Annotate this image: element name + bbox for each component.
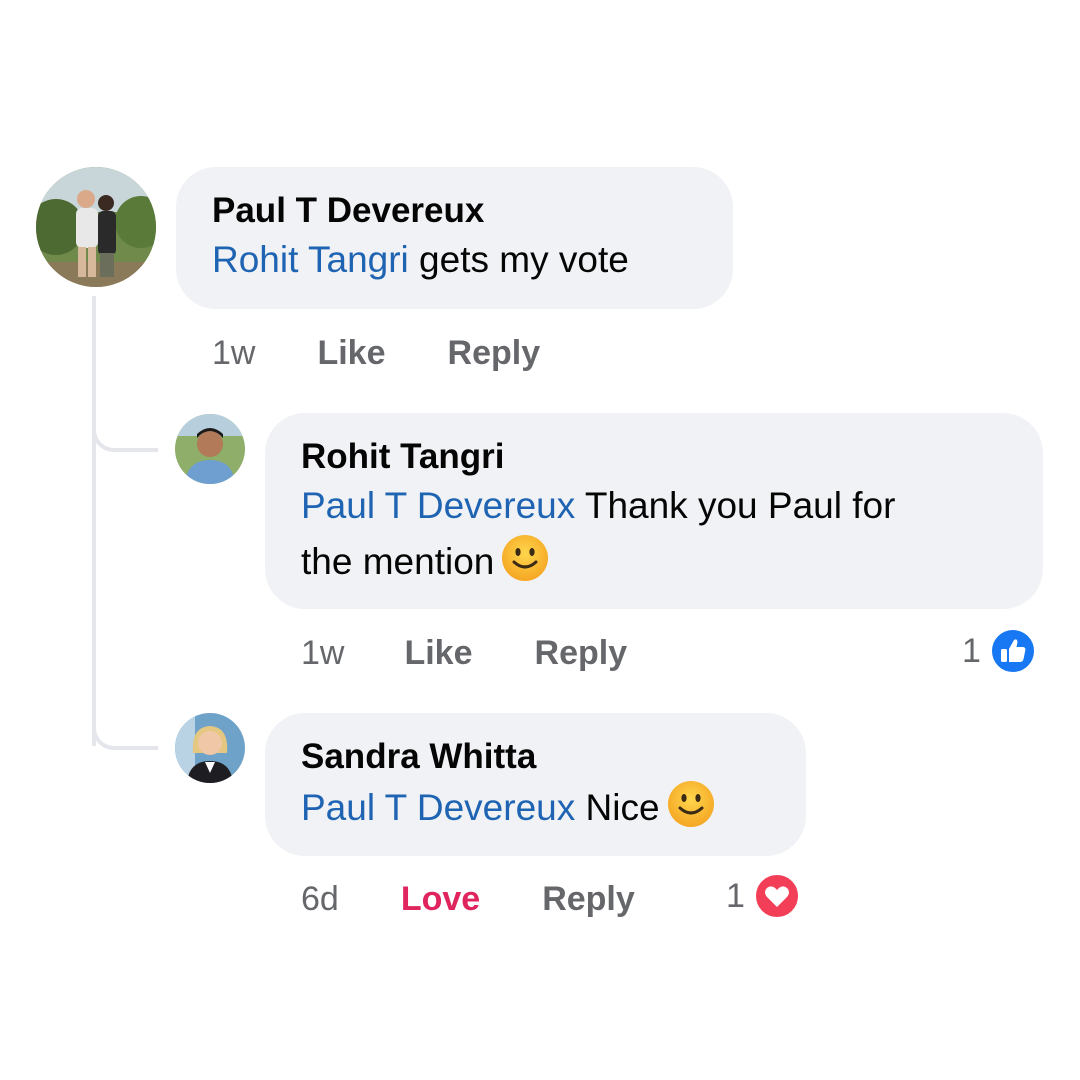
love-button[interactable]: Love bbox=[401, 880, 480, 919]
smiley-emoji-icon bbox=[500, 533, 550, 583]
comment-actions-rohit: 1w Like Reply bbox=[301, 630, 627, 676]
thread-connector-reply-1 bbox=[92, 408, 158, 452]
comment-bubble-sandra: Sandra Whitta Paul T Devereux Nice bbox=[265, 713, 806, 856]
reaction-count: 1 bbox=[962, 631, 981, 670]
comment-body: Nice bbox=[575, 787, 660, 828]
comment-author[interactable]: Paul T Devereux bbox=[212, 189, 697, 233]
mention-link[interactable]: Paul T Devereux bbox=[301, 787, 575, 828]
smiley-emoji-icon bbox=[666, 779, 716, 829]
comment-body: gets my vote bbox=[408, 239, 629, 280]
reaction-count: 1 bbox=[726, 876, 745, 915]
comment-text-line2: the mention bbox=[301, 533, 1007, 589]
like-button[interactable]: Like bbox=[317, 334, 385, 373]
comment-author[interactable]: Sandra Whitta bbox=[301, 735, 770, 779]
reply-button[interactable]: Reply bbox=[535, 634, 628, 673]
comment-text: Paul T Devereux Nice bbox=[301, 779, 770, 835]
comment-bubble-rohit: Rohit Tangri Paul T Devereux Thank you P… bbox=[265, 413, 1043, 609]
timestamp[interactable]: 6d bbox=[301, 880, 339, 919]
comment-author[interactable]: Rohit Tangri bbox=[301, 435, 1007, 479]
like-icon bbox=[989, 628, 1036, 674]
comment-text: Paul T Devereux Thank you Paul for bbox=[301, 479, 1007, 533]
thread-connector-reply-2 bbox=[92, 706, 158, 750]
comment-body: Thank you Paul for bbox=[575, 485, 896, 526]
reply-button[interactable]: Reply bbox=[542, 880, 635, 919]
comment-actions-paul: 1w Like Reply bbox=[212, 330, 540, 376]
thread-line bbox=[92, 296, 96, 746]
comment-body-2: the mention bbox=[301, 541, 495, 582]
reaction-summary-rohit[interactable]: 1 bbox=[962, 627, 1037, 675]
avatar-rohit[interactable] bbox=[175, 414, 245, 484]
timestamp[interactable]: 1w bbox=[212, 334, 255, 373]
mention-link[interactable]: Paul T Devereux bbox=[301, 485, 575, 526]
comment-bubble-paul: Paul T Devereux Rohit Tangri gets my vot… bbox=[176, 167, 733, 309]
mention-link[interactable]: Rohit Tangri bbox=[212, 239, 409, 280]
avatar-paul[interactable] bbox=[36, 167, 156, 287]
comment-text: Rohit Tangri gets my vote bbox=[212, 233, 697, 287]
reply-button[interactable]: Reply bbox=[448, 334, 541, 373]
love-icon bbox=[753, 873, 800, 919]
avatar-sandra[interactable] bbox=[175, 713, 245, 783]
reaction-summary-sandra[interactable]: 1 bbox=[726, 872, 801, 920]
timestamp[interactable]: 1w bbox=[301, 634, 344, 673]
like-button[interactable]: Like bbox=[404, 634, 472, 673]
comment-actions-sandra: 6d Love Reply bbox=[301, 876, 635, 922]
